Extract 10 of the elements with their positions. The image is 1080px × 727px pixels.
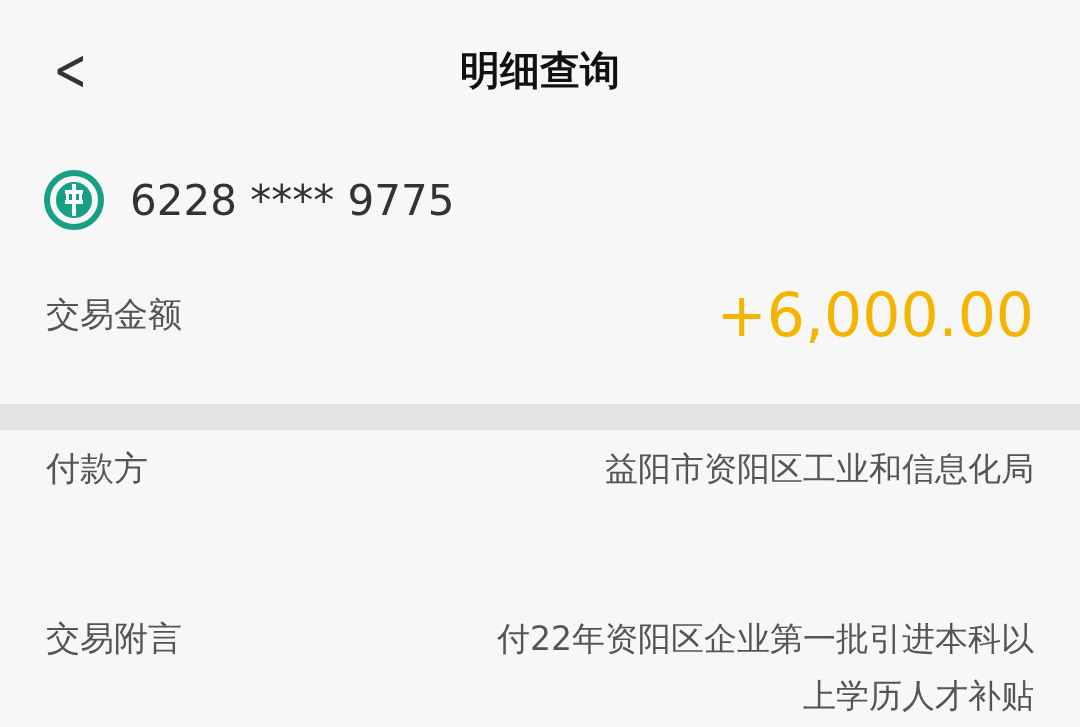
page-title: 明细查询: [460, 45, 620, 95]
card-number: 6228 **** 9775: [130, 175, 455, 225]
detail-value: 付22年资阳区企业第一批引进本科以上学历人才补贴: [496, 618, 1034, 717]
back-button[interactable]: <: [49, 38, 92, 102]
amount-value: +6,000.00: [716, 280, 1034, 350]
amount-label: 交易金额: [46, 293, 182, 336]
circle-logo-icon: [44, 170, 104, 230]
detail-label: 付款方: [46, 447, 148, 490]
detail-value: 益阳市资阳区工业和信息化局: [604, 448, 1034, 490]
detail-label: 交易附言: [46, 617, 182, 660]
